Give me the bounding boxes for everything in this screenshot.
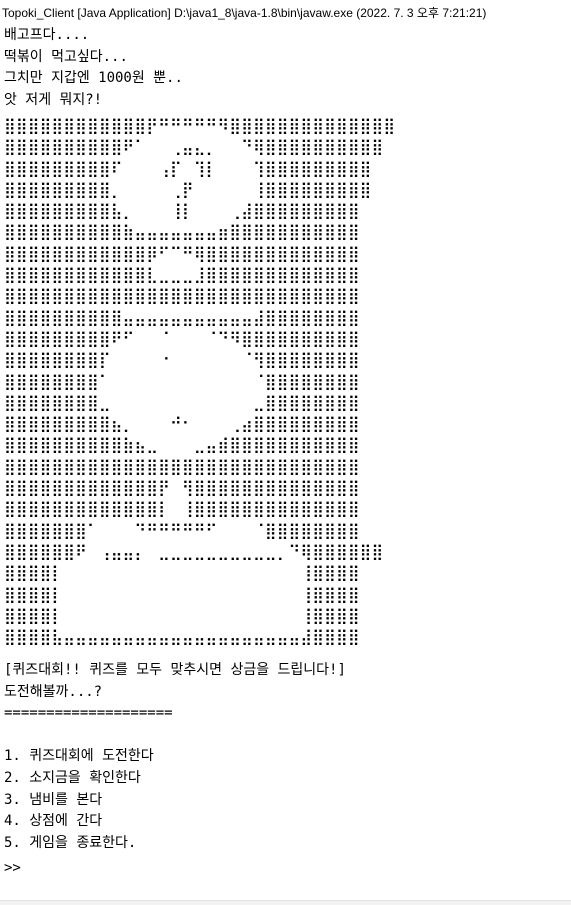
console-view[interactable]: Topoki_Client [Java Application] D:\java… [0,0,571,905]
challenge-question: 도전해볼까...? [4,683,103,700]
ascii-art-line: ⣿⣿⣿⣿⣿⣿⣿⣿⣿⣿⣿⣿⣇⣀⣀⣀⣸⣿⣿⣿⣿⣿⣿⣿⣿⣿⣿⣿⣿⣿ [4,265,360,285]
intro-line-2: 떡볶이 먹고싶다... [4,48,128,65]
menu-option-5: 5. 게임을 종료한다. [4,834,137,851]
intro-output: 배고프다.... 떡볶이 먹고싶다... 그치만 지갑엔 1000원 뿐.. 앗… [4,25,571,111]
menu-option-4: 4. 상점에 간다 [4,813,103,830]
ascii-art-line: ⣿⣿⣿⣿⣿⣿⣿⣿⣿⣿⣷⣤⣤⣤⣤⣤⣤⣤⣶⣿⣿⣿⣿⣿⣿⣿⣿⣿⣿⣿ [4,222,360,242]
menu-option-1: 1. 퀴즈대회에 도전한다 [4,748,154,765]
console-title: Topoki_Client [Java Application] D:\java… [2,6,487,20]
ascii-art-line: ⣿⣿⣿⣿⣿⣿⣿⣿⣿⣿⣿⣿⣿⡇⠀⢸⣿⣿⣿⣿⣿⣿⣿⣿⣿⣿⣿⣿⣿⣿ [4,499,360,519]
ascii-art-line: ⣿⣿⣿⣿⡇⠀⠀⠀⠀⠀⠀⠀⠀⠀⠀⠀⠀⠀⠀⠀⠀⠀⠀⠀⠀⢸⣿⣿⣿⣿ [4,584,360,604]
ascii-art-line: ⣿⣿⣿⣿⣿⣿⣿⣿⣿⣿⣿⣿⡿⠋⠉⠛⢿⣿⣿⣿⣿⣿⣿⣿⣿⣿⣿⣿⣿⣿ [4,243,360,263]
ascii-art: ⣿⣿⣿⣿⣿⣿⣿⣿⣿⣿⣿⣿⡟⠛⠛⠛⠛⠛⠻⣿⣿⣿⣿⣿⣿⣿⣿⣿⣿⣿⣿⣿⣿ ⣿⣿⣿⣿⣿⣿… [4,115,395,647]
ascii-art-line: ⣿⣿⣿⣿⣿⣿⣿⣿⣿⠏⠀⠀⠀⢠⡏⠀⢹⡇⠀⠀⠀⢹⣿⣿⣿⣿⣿⣿⣿⣿⣿ [4,158,372,178]
ascii-art-line: ⣿⣿⣿⣿⣿⣿⠟⠀⢠⣤⣤⡄⠀⣀⣀⣀⣀⣀⣀⣀⣀⣀⣀⡀⠙⢿⣿⣿⣿⣿⣿⣿ [4,541,384,561]
ascii-art-line: ⣿⣿⣿⣿⣧⣤⣤⣤⣤⣤⣤⣤⣤⣤⣤⣤⣤⣤⣤⣤⣤⣤⣤⣤⣤⣼⣿⣿⣿⣿ [4,627,360,647]
ascii-art-line: ⣿⣿⣿⣿⣿⣿⣿⣿⣿⣿⣿⣿⣿⣿⣿⣿⣿⣿⣿⣿⣿⣿⣿⣿⣿⣿⣿⣿⣿⣿ [4,456,360,476]
divider-line: ==================== [4,705,173,722]
ascii-art-line: ⣿⣿⣿⣿⣿⣿⣿⣿⡏⠀⠀⠀⠀⠐⠀⠀⠀⠀⠀⠀⠈⢻⣿⣿⣿⣿⣿⣿⣿⣿ [4,350,360,370]
ascii-art-line: ⣿⣿⣿⣿⣿⣿⣿⣿⣿⠟⠋⠀⠀⠈⠀⠀⠀⠈⠙⠻⣿⣿⣿⣿⣿⣿⣿⣿⣿⣿ [4,328,360,348]
ascii-art-line: ⣿⣿⣿⣿⣿⣿⣿⣿⣿⣧⡀⠀⠀⠀⢸⡇⠀⠀⠀⢀⣼⣿⣿⣿⣿⣿⣿⣿⣿⣿ [4,201,360,221]
ascii-art-line: ⣿⣿⣿⣿⣿⣿⣿⣿⣿⣿⣷⣦⣀⠀⠀⠀⣀⣤⣾⣿⣿⣿⣿⣿⣿⣿⣿⣿⣿⣿ [4,435,360,455]
console-input-prompt[interactable]: >> [4,857,21,879]
ascii-art-line: ⣿⣿⣿⣿⣿⣿⣿⣿⣿⣿⣿⣿⡟⠛⠛⠛⠛⠛⠻⣿⣿⣿⣿⣿⣿⣿⣿⣿⣿⣿⣿⣿⣿ [4,116,396,135]
ascii-art-line: ⣿⣿⣿⣿⣿⣿⣿⣿⣿⣿⠟⠁⠀⠀⢀⣤⣄⡀⠀⠀⠙⢿⣿⣿⣿⣿⣿⣿⣿⣿⣿⣿ [4,137,384,157]
intro-line-1: 배고프다.... [4,27,90,43]
ascii-art-line: ⣿⣿⣿⣿⣿⣿⣿⣿⣿⣦⡀⠀⠀⠀⠚⠂⠀⠀⠀⢀⣴⣿⣿⣿⣿⣿⣿⣿⣿⣿ [4,414,360,434]
ascii-art-line: ⣿⣿⣿⣿⣿⣿⣿⣿⣀⠀⠀⠀⠀⠀⠀⠀⠀⠀⠀⠀⠀⣀⣿⣿⣿⣿⣿⣿⣿⣿ [4,392,360,412]
ascii-art-line: ⣿⣿⣿⣿⣿⣿⣿⣿⣿⣿⣿⣿⣿⣿⣿⣿⣿⣿⣿⣿⣿⣿⣿⣿⣿⣿⣿⣿⣿⣿ [4,286,360,306]
console-bottom-edge [0,900,571,905]
menu-option-2: 2. 소지금을 확인한다 [4,769,141,786]
intro-line-3: 그치만 지갑엔 1000원 뿐.. [4,70,183,87]
quiz-banner: [퀴즈대회!! 퀴즈를 모두 맞추시면 상금을 드립니다!] [4,662,346,678]
ascii-art-line: ⣿⣿⣿⣿⣿⣿⣿⣿⣿⣿⣿⣿⣿⡟⠀⢻⣿⣿⣿⣿⣿⣿⣿⣿⣿⣿⣿⣿⣿⣿ [4,478,360,498]
ascii-art-line: ⣿⣿⣿⣿⣿⣿⣿⣿⣿⡀⠀⠀⠀⠀⢀⡟⠀⠀⠀⠀⠀⢸⣿⣿⣿⣿⣿⣿⣿⣿⣿ [4,179,372,199]
ascii-art-line: ⣿⣿⣿⣿⣿⣿⣿⠁⠀⠀⠀⠙⠛⠛⠛⠛⠛⠋⠀⠀⠀⠈⣿⣿⣿⣿⣿⣿⣿⣿ [4,520,360,540]
ascii-art-line: ⣿⣿⣿⣿⣿⣿⣿⣿⠁⠀⠀⠀⠀⠀⠀⠀⠀⠀⠀⠀⠀⠈⣿⣿⣿⣿⣿⣿⣿⣿ [4,371,360,391]
intro-line-4: 앗 저게 뭐지?! [4,91,103,108]
ascii-art-line: ⣿⣿⣿⣿⡇⠀⠀⠀⠀⠀⠀⠀⠀⠀⠀⠀⠀⠀⠀⠀⠀⠀⠀⠀⠀⢸⣿⣿⣿⣿ [4,563,360,583]
menu-option-3: 3. 냄비를 본다 [4,791,103,808]
quiz-output: [퀴즈대회!! 퀴즈를 모두 맞추시면 상금을 드립니다!] 도전해볼까...?… [4,660,346,854]
ascii-art-line: ⣿⣿⣿⣿⡇⠀⠀⠀⠀⠀⠀⠀⠀⠀⠀⠀⠀⠀⠀⠀⠀⠀⠀⠀⠀⢸⣿⣿⣿⣿ [4,605,360,625]
ascii-art-line: ⣿⣿⣿⣿⣿⣿⣿⣿⣿⣿⣤⣤⣤⣤⣤⣤⣤⣤⣤⣤⣤⣼⣿⣿⣿⣿⣿⣿⣿⣿ [4,307,360,327]
